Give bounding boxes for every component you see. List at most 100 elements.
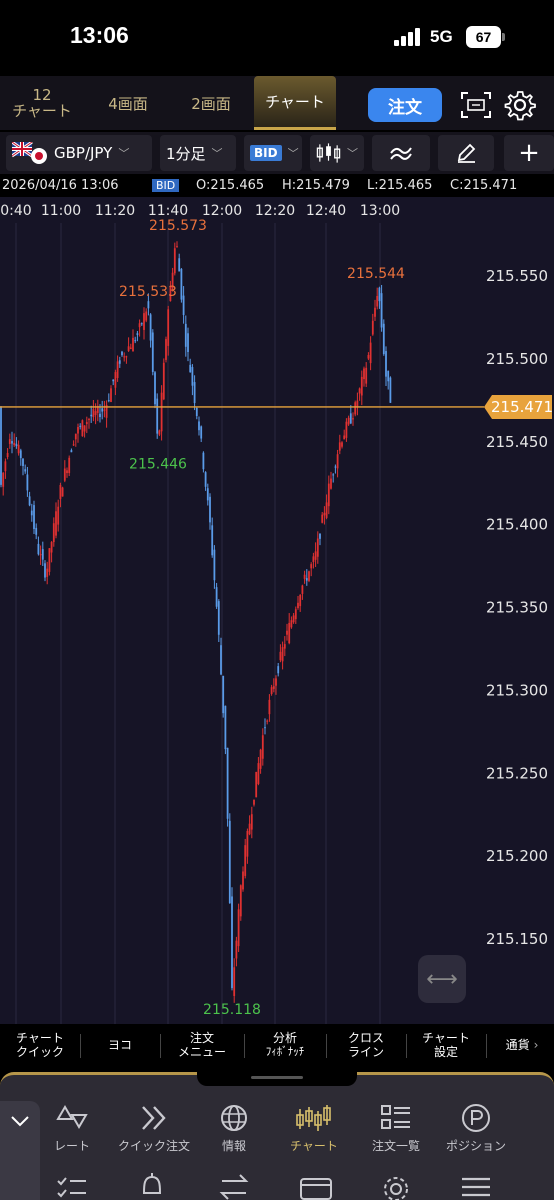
drawer-grip[interactable]: [197, 1072, 357, 1086]
chart-scroll-handle[interactable]: ⟷: [418, 955, 466, 1003]
candle-body: [217, 601, 220, 635]
candle-body: [259, 749, 262, 769]
tab-12-chart[interactable]: 12 チャート: [0, 76, 84, 130]
symbol-selector[interactable]: GBP/JPY ﹀: [6, 135, 152, 171]
tab-4-screen[interactable]: 4画面: [88, 76, 168, 130]
candle-body: [323, 512, 326, 516]
candle-body: [209, 496, 211, 523]
candle-body: [59, 485, 62, 499]
nav-position[interactable]: ポジション: [434, 1103, 518, 1155]
candle-body: [327, 483, 330, 507]
landscape-button[interactable]: ヨコ: [82, 1024, 158, 1066]
menu-icon[interactable]: [456, 1171, 496, 1200]
candle-body: [134, 340, 137, 342]
timeframe-label: 1分足: [166, 144, 206, 163]
candle-body: [191, 367, 194, 386]
chart-settings-button[interactable]: チャート 設定: [408, 1024, 484, 1066]
y-tick-label: 215.500: [486, 350, 548, 368]
candle-body: [200, 426, 203, 439]
candle-body: [46, 568, 49, 577]
order-menu-button[interactable]: 注文 メニュー: [162, 1024, 242, 1066]
candle-body: [250, 814, 253, 830]
candle-body: [182, 295, 185, 315]
bell-icon[interactable]: [132, 1171, 172, 1200]
nav-position-label: ポジション: [445, 1139, 506, 1153]
candle-body: [129, 347, 132, 349]
candle-body: [92, 408, 95, 418]
candle-body: [235, 940, 238, 959]
candle-body: [8, 439, 11, 444]
candle-body: [24, 469, 27, 472]
draw-button[interactable]: [438, 135, 494, 171]
tab-2-screen[interactable]: 2画面: [172, 76, 250, 130]
currency-button[interactable]: 通貨 ›: [490, 1024, 554, 1066]
fullscreen-icon[interactable]: [460, 91, 492, 119]
candle-body: [30, 510, 33, 516]
nav-quick-order[interactable]: クイック注文: [112, 1103, 196, 1155]
battery-icon: 67: [466, 26, 506, 48]
settings-icon[interactable]: [376, 1171, 416, 1200]
candle-body: [231, 896, 233, 989]
card-icon[interactable]: [296, 1171, 336, 1200]
add-button[interactable]: +: [504, 135, 554, 171]
tab-chart[interactable]: チャート: [254, 76, 336, 130]
candle-body: [39, 554, 42, 556]
chart-type-selector[interactable]: ﹀: [310, 135, 364, 171]
chart-quick-l1: チャート: [16, 1031, 64, 1045]
order-list-icon: [381, 1105, 410, 1129]
candle-body: [286, 630, 288, 635]
candle-body: [338, 442, 341, 451]
candle-body: [13, 442, 16, 446]
currency-label: 通貨: [505, 1038, 530, 1052]
candle-body: [308, 571, 310, 581]
indicator-wave-icon: [390, 147, 412, 160]
candle-body: [4, 461, 7, 472]
candle-body: [266, 720, 269, 722]
candle-body: [264, 727, 266, 729]
indicator-button[interactable]: [372, 135, 430, 171]
candle-body: [193, 382, 196, 404]
swap-icon[interactable]: [214, 1171, 254, 1200]
candle-body: [198, 421, 200, 431]
nav-rate[interactable]: レート: [30, 1103, 114, 1155]
candle-body: [151, 332, 154, 372]
candle-body: [103, 409, 106, 411]
candle-body: [382, 323, 385, 355]
candle-body: [66, 470, 68, 474]
candle-body: [255, 771, 258, 798]
candle-body: [11, 441, 13, 444]
position-icon: [462, 1104, 490, 1132]
candle-body: [310, 564, 313, 569]
candle-body: [116, 361, 119, 378]
settings-gear-icon[interactable]: [504, 89, 536, 121]
candle-body: [68, 457, 71, 474]
checklist-icon[interactable]: [52, 1171, 92, 1200]
crossline-button[interactable]: クロス ライン: [328, 1024, 404, 1066]
candle-body: [101, 408, 104, 412]
chevron-down-icon: ﹀: [287, 147, 299, 160]
candle-body: [63, 468, 66, 481]
battery-level: 67: [466, 26, 501, 48]
candle-body: [121, 351, 123, 356]
chart-quick-button[interactable]: チャート クイック: [2, 1024, 78, 1066]
y-tick-label: 215.550: [486, 267, 548, 285]
timeframe-selector[interactable]: 1分足 ﹀: [160, 135, 236, 171]
candle-body: [202, 452, 205, 470]
price-type-selector[interactable]: BID ﹀: [244, 135, 302, 171]
nav-info[interactable]: 情報: [192, 1103, 276, 1155]
candle-body: [281, 647, 284, 662]
candle-body: [136, 333, 139, 335]
nav-chart[interactable]: チャート: [272, 1103, 356, 1155]
candlestick-chart[interactable]: 0:40 11:00 11:20 11:40 12:00 12:20 12:40 13:00 2…: [0, 197, 554, 1024]
candle-body: [112, 379, 115, 382]
nav-order-list[interactable]: 注文一覧: [354, 1103, 438, 1155]
price-chart[interactable]: 0:40 11:00 11:20 11:40 12:00 12:20 12:40 13:00 2…: [0, 197, 554, 1024]
candle-body: [178, 258, 181, 272]
candle-body: [211, 525, 214, 556]
analysis-fibonacci-button[interactable]: 分析 ﾌｨﾎﾞﾅｯﾁ: [246, 1024, 324, 1066]
order-button[interactable]: 注文: [368, 88, 442, 122]
candle-body: [90, 414, 93, 417]
candle-body: [257, 763, 260, 784]
candle-body: [244, 845, 247, 876]
horizontal-arrows-icon: ⟷: [426, 966, 458, 992]
